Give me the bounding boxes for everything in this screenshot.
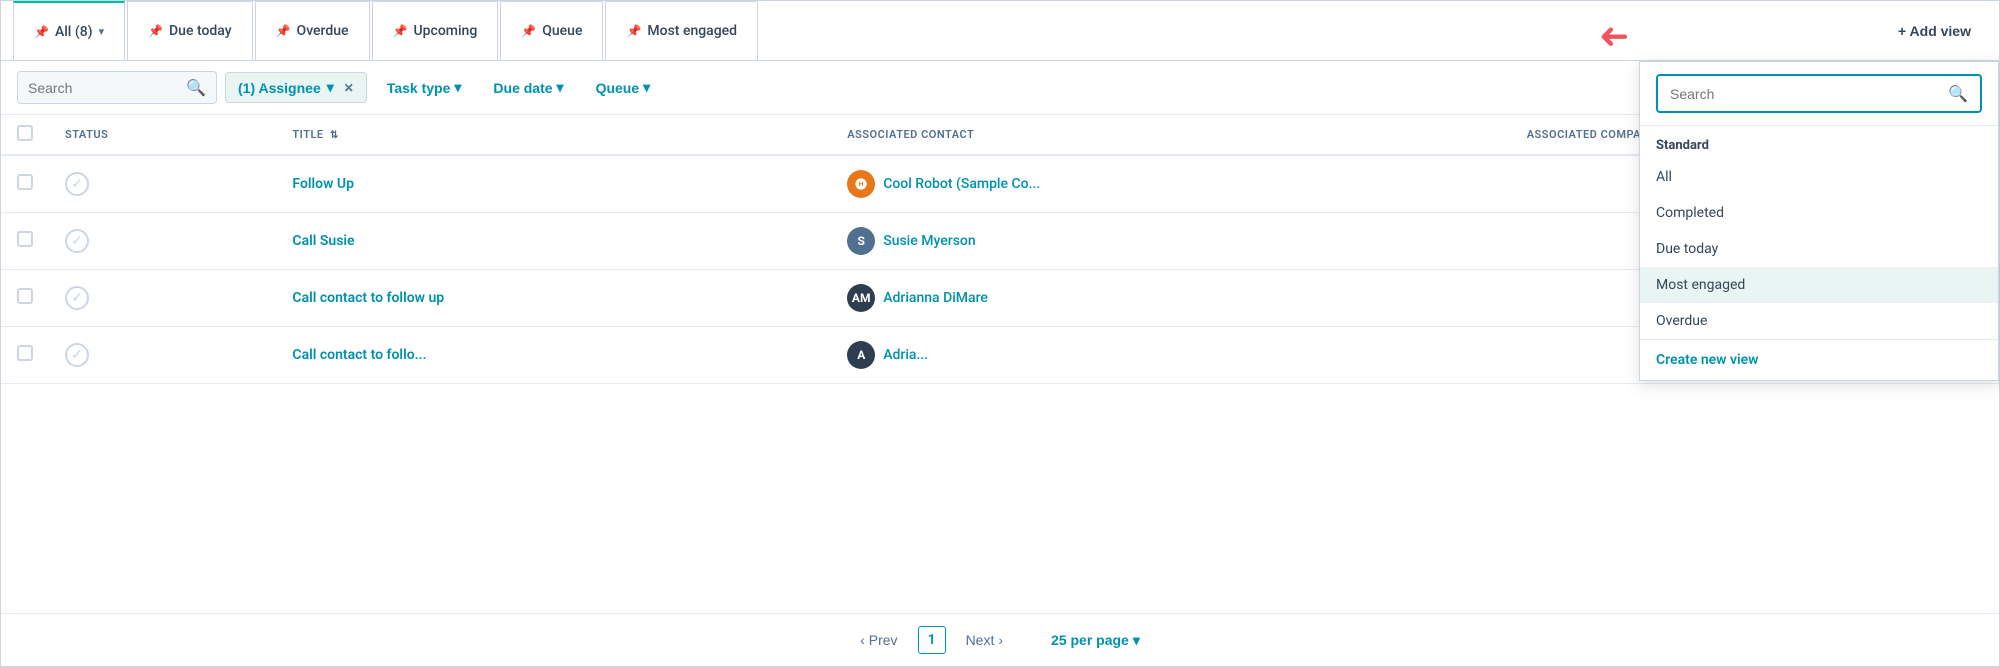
row-checkbox[interactable] — [17, 345, 33, 361]
next-page-button[interactable]: Next › — [958, 628, 1011, 652]
chevron-down-icon: ▾ — [454, 79, 461, 96]
main-search-box: 🔍 — [17, 71, 217, 104]
tab-bar: 📌 All (8) ▾ 📌 Due today 📌 Overdue 📌 Upco… — [1, 1, 1999, 61]
sort-icon[interactable]: ⇅ — [330, 130, 339, 141]
queue-filter-label: Queue — [596, 80, 640, 96]
tab-all-label: All (8) — [55, 24, 93, 40]
avatar: H — [847, 170, 875, 198]
tab-most-engaged-label: Most engaged — [647, 23, 737, 39]
search-input[interactable] — [28, 80, 178, 96]
pin-icon: 📌 — [276, 24, 291, 38]
queue-filter-button[interactable]: Queue ▾ — [584, 73, 663, 102]
dropdown-item-completed[interactable]: Completed — [1640, 195, 1998, 231]
tab-upcoming[interactable]: 📌 Upcoming — [372, 1, 499, 60]
row-checkbox[interactable] — [17, 288, 33, 304]
tab-overdue-label: Overdue — [297, 23, 349, 39]
avatar: A — [847, 341, 875, 369]
status-column-header: STATUS — [49, 115, 276, 155]
dropdown-footer: Create new view — [1640, 339, 1998, 380]
chevron-down-icon: ▾ — [1133, 632, 1140, 649]
status-icon[interactable]: ✓ — [65, 229, 89, 253]
assignee-filter-label: (1) Assignee — [238, 80, 321, 96]
due-date-filter-button[interactable]: Due date ▾ — [481, 73, 575, 102]
pin-icon: 📌 — [34, 25, 49, 39]
task-type-filter-button[interactable]: Task type ▾ — [375, 73, 474, 102]
add-view-button[interactable]: + Add view — [1882, 13, 1987, 49]
dropdown-section-label: Standard — [1640, 126, 1998, 159]
app-container: 📌 All (8) ▾ 📌 Due today 📌 Overdue 📌 Upco… — [0, 0, 2000, 667]
chevron-down-icon: ▾ — [643, 79, 650, 96]
avatar: S — [847, 227, 875, 255]
avatar: AM — [847, 284, 875, 312]
contact-cell: H Cool Robot (Sample Co... — [847, 170, 1495, 198]
svg-text:H: H — [859, 180, 864, 188]
assignee-filter-button[interactable]: (1) Assignee ▾ ✕ — [225, 72, 367, 103]
search-icon: 🔍 — [186, 78, 206, 97]
task-title[interactable]: Call contact to follow up — [292, 290, 444, 306]
contact-name[interactable]: Susie Myerson — [883, 233, 975, 249]
pin-icon: 📌 — [521, 24, 536, 38]
chevron-left-icon: ‹ — [860, 632, 865, 648]
task-type-filter-label: Task type — [387, 80, 451, 96]
due-date-filter-label: Due date — [493, 80, 552, 96]
current-page-number[interactable]: 1 — [918, 626, 946, 654]
chevron-down-icon: ▾ — [327, 79, 334, 96]
search-icon: 🔍 — [1948, 84, 1968, 103]
per-page-label: 25 per page — [1051, 632, 1129, 648]
select-all-checkbox[interactable] — [17, 125, 33, 141]
dropdown-search-area: 🔍 — [1640, 62, 1998, 126]
pagination: ‹ Prev 1 Next › 25 per page ▾ — [1, 613, 1999, 666]
contact-cell: A Adria... — [847, 341, 1495, 369]
chevron-down-icon: ▾ — [99, 25, 105, 38]
status-icon[interactable]: ✓ — [65, 343, 89, 367]
tab-upcoming-label: Upcoming — [414, 23, 478, 39]
dropdown-item-all[interactable]: All — [1640, 159, 1998, 195]
contact-cell: AM Adrianna DiMare — [847, 284, 1495, 312]
contact-cell: S Susie Myerson — [847, 227, 1495, 255]
chevron-right-icon: › — [998, 632, 1003, 648]
red-arrow-indicator: ➜ — [1599, 15, 1629, 57]
next-label: Next — [966, 632, 995, 648]
close-icon[interactable]: ✕ — [344, 81, 354, 95]
dropdown-item-overdue[interactable]: Overdue — [1640, 303, 1998, 339]
tab-due-today[interactable]: 📌 Due today — [127, 1, 253, 60]
tab-queue-label: Queue — [542, 23, 582, 39]
dropdown-search-box: 🔍 — [1656, 74, 1982, 113]
prev-label: Prev — [869, 632, 898, 648]
contact-name[interactable]: Adria... — [883, 347, 928, 363]
status-icon[interactable]: ✓ — [65, 172, 89, 196]
prev-page-button[interactable]: ‹ Prev — [852, 628, 905, 652]
dropdown-search-input[interactable] — [1670, 86, 1940, 102]
chevron-down-icon: ▾ — [557, 79, 564, 96]
row-checkbox[interactable] — [17, 231, 33, 247]
task-title[interactable]: Call contact to follo... — [292, 347, 426, 363]
tab-due-today-label: Due today — [169, 23, 232, 39]
tab-most-engaged[interactable]: 📌 Most engaged — [605, 1, 758, 60]
dropdown-item-due-today[interactable]: Due today — [1640, 231, 1998, 267]
associated-contact-column-header: ASSOCIATED CONTACT — [831, 115, 1511, 155]
pin-icon: 📌 — [148, 24, 163, 38]
row-checkbox[interactable] — [17, 174, 33, 190]
task-title[interactable]: Call Susie — [292, 233, 354, 249]
create-new-view-link[interactable]: Create new view — [1656, 352, 1759, 368]
tab-queue[interactable]: 📌 Queue — [500, 1, 603, 60]
pin-icon: 📌 — [393, 24, 408, 38]
tab-overdue[interactable]: 📌 Overdue — [255, 1, 370, 60]
dropdown-item-most-engaged[interactable]: Most engaged — [1640, 267, 1998, 303]
contact-name[interactable]: Cool Robot (Sample Co... — [883, 176, 1040, 192]
task-title[interactable]: Follow Up — [292, 176, 354, 192]
view-dropdown-panel: 🔍 Standard AllCompletedDue todayMost eng… — [1639, 61, 1999, 381]
pin-icon: 📌 — [626, 24, 641, 38]
contact-name[interactable]: Adrianna DiMare — [883, 290, 988, 306]
tab-all[interactable]: 📌 All (8) ▾ — [13, 1, 125, 60]
status-icon[interactable]: ✓ — [65, 286, 89, 310]
title-column-header: TITLE ⇅ — [276, 115, 831, 155]
per-page-button[interactable]: 25 per page ▾ — [1043, 628, 1148, 653]
